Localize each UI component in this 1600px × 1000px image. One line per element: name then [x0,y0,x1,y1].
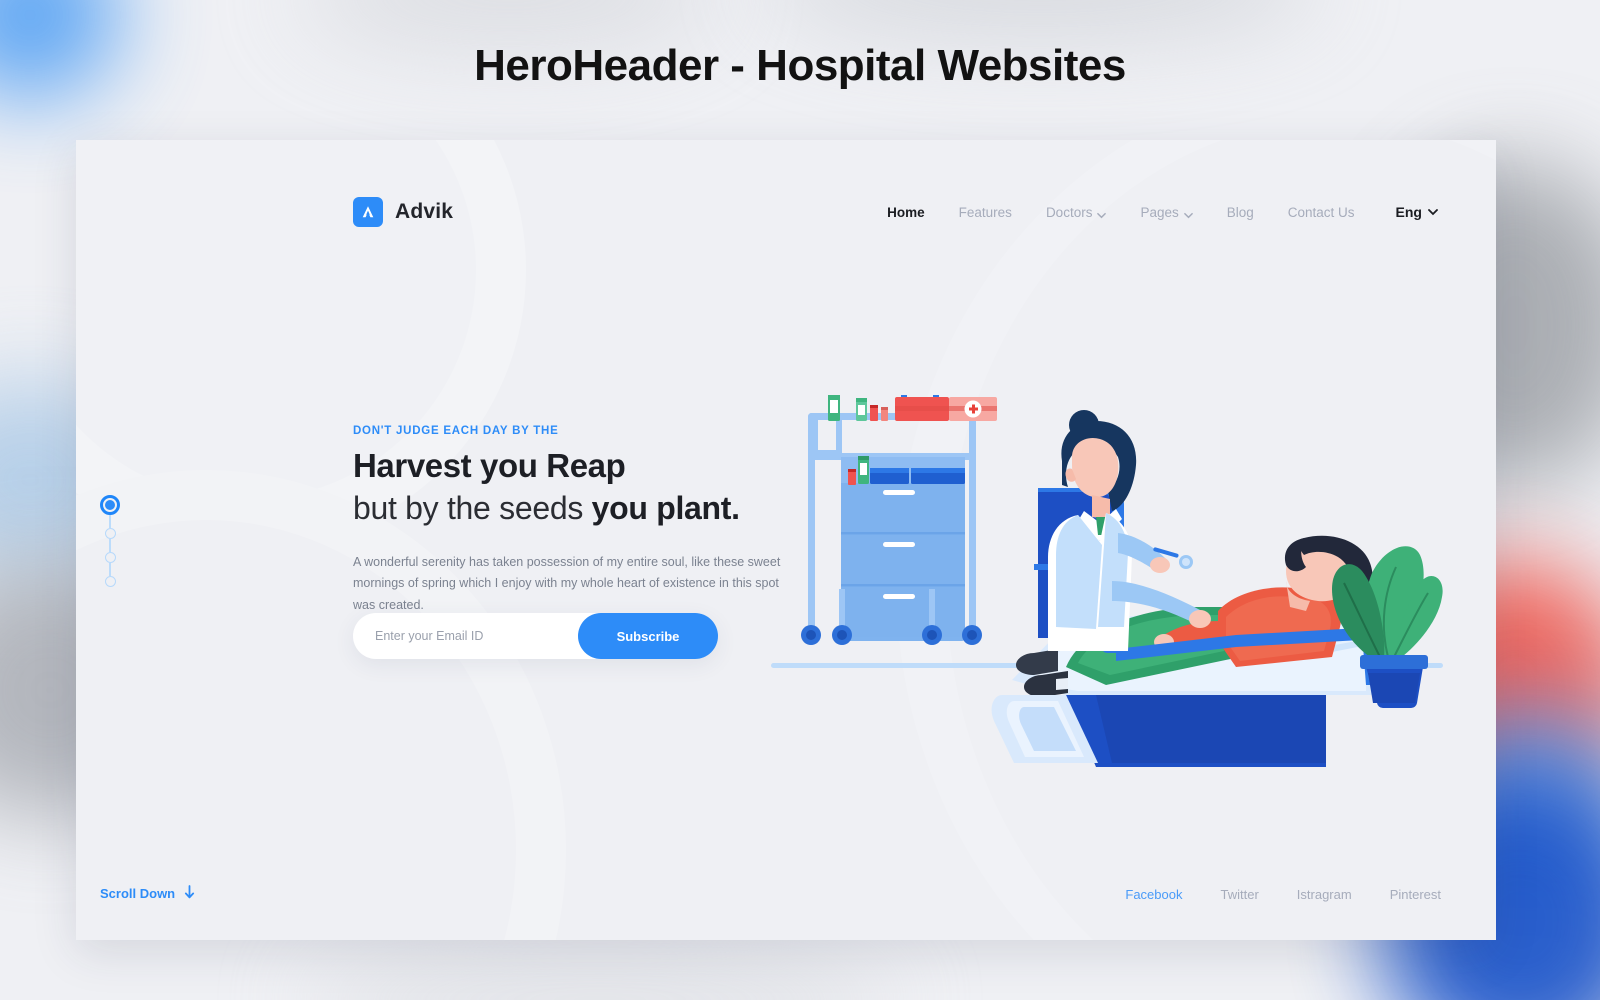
nav-link-blog[interactable]: Blog [1210,205,1271,220]
mountain-peak-icon [353,197,383,227]
social-link-facebook[interactable]: Facebook [1125,887,1182,902]
navbar: Advik Home Features Doctors Pages Blog C… [353,182,1438,242]
hero-copy: DON'T JUDGE EACH DAY BY THE Harvest you … [353,425,823,616]
page-title: HeroHeader - Hospital Websites [474,41,1126,90]
language-selector[interactable]: Eng [1396,204,1438,220]
hero-header-card: Advik Home Features Doctors Pages Blog C… [76,140,1496,940]
arrow-down-icon [184,885,195,902]
cart-wheel [922,625,942,645]
brand-name: Advik [395,200,454,223]
social-link-pinterest[interactable]: Pinterest [1390,887,1441,902]
nav-link-label: Contact Us [1287,204,1355,220]
social-links: Facebook Twitter Istragram Pinterest [1125,887,1441,902]
language-label: Eng [1395,204,1422,220]
chevron-down-icon [1097,208,1107,218]
slider-dots [100,495,120,587]
nav-link-contact-us[interactable]: Contact Us [1271,205,1372,220]
first-aid-kit [895,395,997,421]
nav-links: Home Features Doctors Pages Blog Contact… [870,204,1438,220]
slider-connector [109,563,111,576]
subscribe-form: Subscribe [353,613,718,659]
slider-connector [109,539,111,552]
hero-paragraph: A wonderful serenity has taken possessio… [353,554,781,612]
slider-dot-active[interactable] [100,495,120,515]
nav-link-features[interactable]: Features [942,205,1029,220]
nav-link-label: Doctors [1045,204,1093,220]
supply-trays [870,468,965,484]
scroll-down-button[interactable]: Scroll Down [100,885,195,902]
cart-wheel [832,625,852,645]
nav-link-label: Pages [1140,204,1179,220]
cart-wheel [962,625,982,645]
slider-connector [109,515,111,528]
slider-dot[interactable] [104,576,116,587]
cart-wheel [801,625,821,645]
subscribe-button[interactable]: Subscribe [578,613,718,659]
nav-link-doctors[interactable]: Doctors [1029,205,1124,220]
social-link-instagram[interactable]: Istragram [1297,887,1352,902]
chevron-down-icon [1183,208,1193,218]
social-link-twitter[interactable]: Twitter [1220,887,1258,902]
slider-dot[interactable] [104,528,116,539]
medical-trolley-cart [801,395,997,645]
hero-eyebrow: DON'T JUDGE EACH DAY BY THE [353,425,559,437]
nav-link-pages[interactable]: Pages [1123,205,1209,220]
nav-link-label: Home [887,204,925,220]
hero-heading-line2: but by the seeds you plant. [353,488,823,528]
hero-heading-line1: Harvest you Reap [353,447,626,484]
email-input[interactable] [353,629,578,643]
dentist-doctor [1048,410,1211,651]
brand-logo-group[interactable]: Advik [353,197,453,227]
chevron-down-icon [1428,204,1438,220]
dental-chair-scene [991,410,1378,767]
nav-link-home[interactable]: Home [870,205,942,220]
backdrop-blob [300,940,900,1000]
scroll-down-label: Scroll Down [100,886,176,901]
nav-link-label: Features [958,204,1012,220]
slider-dot[interactable] [104,552,116,563]
dentist-examining-patient-illustration [766,395,1466,865]
hero-heading-light: but by the seeds [353,489,592,526]
hero-heading-bold: you plant. [591,489,740,526]
nav-link-label: Blog [1226,204,1254,220]
